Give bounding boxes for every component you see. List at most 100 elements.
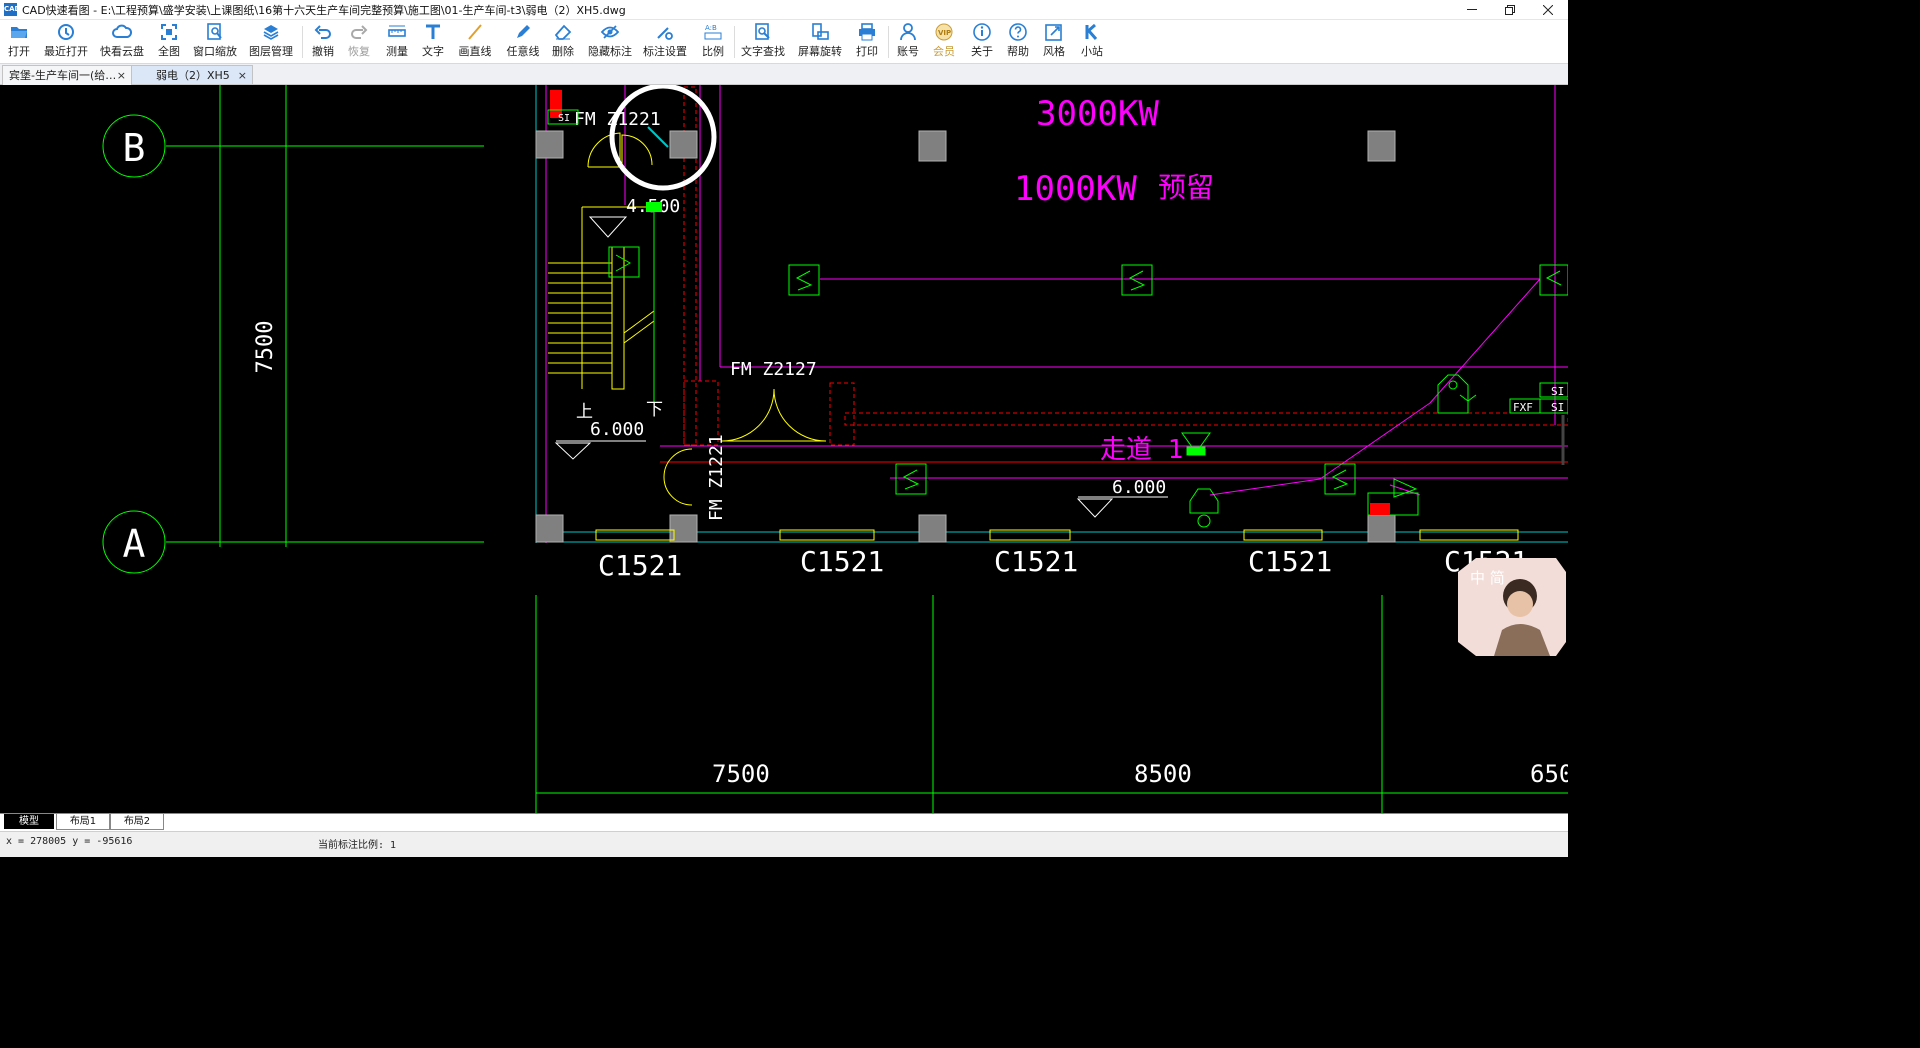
style-label: 风格 (1043, 45, 1065, 58)
window-title: CAD快速看图 - E:\工程预算\盛学安装\上课图纸\16第十六天生产车间完整… (22, 3, 626, 17)
toolbar-divider (302, 26, 303, 58)
tab-layout2[interactable]: 布局2 (110, 814, 164, 830)
detector-device[interactable] (1437, 374, 1477, 414)
tab-workshop-drawing[interactable]: 宾堡-生产车间一(给… × (2, 65, 132, 85)
dimension-text: 6500 (1530, 760, 1568, 788)
camera-device[interactable] (1181, 432, 1211, 456)
tab-close-icon[interactable]: × (117, 66, 126, 85)
dimension-text: 8500 (1134, 760, 1192, 788)
coordinate-readout: x = 278005 y = -95616 (6, 836, 133, 847)
reserved-label: 预留 (1158, 171, 1214, 204)
speaker-device[interactable] (1539, 264, 1568, 296)
speaker-device[interactable] (1324, 463, 1356, 495)
avatar-text: 中 简 (1470, 569, 1505, 587)
grid-bubble-b[interactable]: B (102, 114, 166, 178)
tab-weak-current-xh5[interactable]: 弱电（2）XH5 × (131, 65, 253, 84)
account-label: 账号 (897, 45, 919, 58)
close-window-button[interactable] (1530, 0, 1566, 19)
freehand-line-button[interactable]: 任意线 (504, 22, 542, 62)
tab-model[interactable]: 模型 (4, 814, 54, 829)
annotation-settings-button[interactable]: 标注设置 (642, 22, 688, 62)
annotation-scale-readout: 当前标注比例: 1 (318, 840, 397, 851)
window-label: C1521 (800, 545, 884, 578)
cursor-line (647, 126, 669, 148)
tab-close-icon[interactable]: × (238, 66, 247, 84)
annotation-settings-icon (657, 27, 673, 40)
elevation-text: 6.000 (1112, 477, 1166, 498)
layer-manager-button[interactable]: 图层管理 (248, 22, 294, 62)
power-label: 1000KW (1014, 169, 1137, 209)
elevation-mark: 6.000 (1076, 477, 1168, 518)
hide-annotation-label: 隐藏标注 (588, 45, 632, 58)
grid-bubble-label: A (123, 522, 146, 566)
about-button[interactable]: 关于 (968, 22, 996, 62)
layers-icon (263, 25, 279, 40)
full-view-label: 全图 (158, 45, 180, 58)
si-label: SI (1551, 385, 1564, 398)
recent-open-button[interactable]: 最近打开 (42, 22, 90, 62)
vip-button[interactable]: VIP 会员 (930, 22, 958, 62)
undo-icon (314, 25, 331, 39)
site-label: 小站 (1081, 45, 1103, 58)
open-label: 打开 (8, 45, 30, 58)
staircase (548, 205, 655, 415)
main-toolbar: 打开 最近打开 快看云盘 全图 窗口缩放 图层管理 撤销 恢复 测量 文字 画直… (0, 20, 1568, 64)
help-button[interactable]: 帮助 (1004, 22, 1032, 62)
ruler-icon (388, 25, 406, 37)
door-label: FM Z1221 (706, 434, 727, 521)
panel-device[interactable]: SI SI FXF (1509, 382, 1568, 414)
tab-layout1[interactable]: 布局1 (56, 814, 110, 830)
measure-label: 测量 (386, 45, 408, 58)
undo-button[interactable]: 撤销 (308, 22, 338, 62)
print-label: 打印 (856, 45, 878, 58)
full-view-button[interactable]: 全图 (154, 22, 184, 62)
scale-icon: A:B (704, 24, 722, 40)
text-button[interactable]: 文字 (418, 22, 448, 62)
open-button[interactable]: 打开 (4, 22, 34, 62)
avatar[interactable]: 中 简 (1458, 558, 1566, 656)
folder-open-icon (11, 27, 27, 38)
app-logo-icon: CAD (4, 3, 20, 16)
restore-button[interactable] (1492, 0, 1528, 19)
draw-line-button[interactable]: 画直线 (456, 22, 494, 62)
power-label: 3000KW (1036, 94, 1159, 134)
stair-down-label: 下 (646, 400, 663, 420)
recent-open-label: 最近打开 (44, 45, 88, 58)
cad-drawing[interactable]: B A 7500 FM Z1221 FM Z2127 FM Z1221 6.00… (0, 85, 1568, 813)
drawing-canvas[interactable]: B A 7500 FM Z1221 FM Z2127 FM Z1221 6.00… (0, 85, 1568, 813)
minimize-button[interactable] (1454, 0, 1490, 19)
delete-button[interactable]: 删除 (548, 22, 578, 62)
detector-device[interactable] (1189, 488, 1219, 528)
grid-bubble-a[interactable]: A (102, 510, 166, 574)
text-search-button[interactable]: 文字查找 (740, 22, 786, 62)
style-button[interactable]: 风格 (1040, 22, 1068, 62)
window-label: C1521 (994, 545, 1078, 578)
status-bar: x = 278005 y = -95616 当前标注比例: 1 (0, 831, 1568, 857)
toolbar-divider (734, 26, 735, 58)
speaker-device[interactable] (895, 463, 927, 495)
speaker-device[interactable] (1121, 264, 1153, 296)
account-button[interactable]: 账号 (894, 22, 922, 62)
eraser-icon (554, 24, 572, 40)
redo-button[interactable]: 恢复 (344, 22, 374, 62)
hide-annotation-button[interactable]: 隐藏标注 (588, 22, 632, 62)
eye-hide-icon (600, 25, 620, 39)
vip-label: 会员 (933, 45, 955, 58)
valve-device[interactable] (1367, 478, 1419, 516)
stair-up-label: 上 (576, 402, 593, 422)
scale-button[interactable]: A:B 比例 (698, 22, 728, 62)
measure-button[interactable]: 测量 (382, 22, 412, 62)
annotation-settings-label: 标注设置 (643, 45, 687, 58)
speaker-device[interactable] (788, 264, 820, 296)
draw-line-label: 画直线 (458, 45, 492, 58)
rotate-screen-button[interactable]: 屏幕旋转 (796, 22, 844, 62)
site-button[interactable]: 小站 (1078, 22, 1106, 62)
svg-text:A:B: A:B (705, 24, 717, 32)
cloud-disk-button[interactable]: 快看云盘 (98, 22, 146, 62)
window-zoom-button[interactable]: 窗口缩放 (192, 22, 238, 62)
print-button[interactable]: 打印 (852, 22, 882, 62)
dimension-text: 7500 (253, 321, 278, 374)
rotate-screen-icon (812, 23, 829, 40)
text-search-icon (755, 23, 770, 40)
highlight-circle (609, 85, 717, 191)
